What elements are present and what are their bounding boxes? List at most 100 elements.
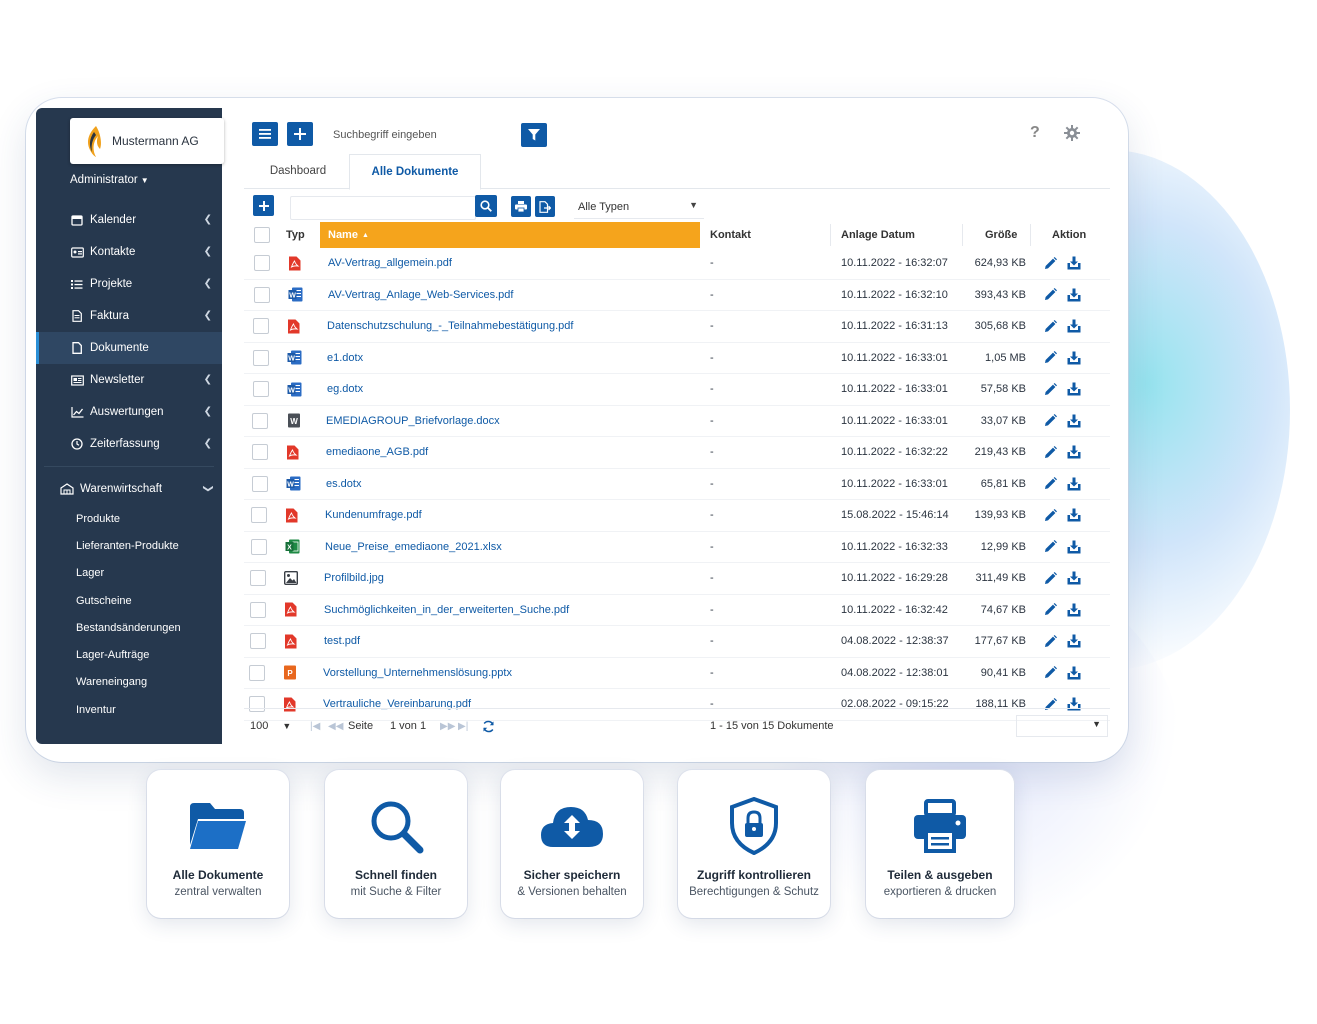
page-size-select[interactable]: 100 ▼ (250, 709, 291, 743)
edit-button[interactable] (1044, 469, 1057, 500)
tab-dashboard[interactable]: Dashboard (250, 154, 346, 188)
file-name-link[interactable]: e1.dotx (327, 343, 363, 374)
file-name-link[interactable]: Vorstellung_Unternehmenslösung.pptx (323, 658, 512, 689)
sidebar-subitem-lager[interactable]: Lager (36, 560, 222, 587)
row-checkbox[interactable] (254, 280, 270, 311)
checkbox[interactable] (249, 664, 265, 681)
file-name-link[interactable]: Neue_Preise_emediaone_2021.xlsx (325, 532, 502, 563)
download-button[interactable] (1067, 280, 1081, 311)
document-filter-input[interactable] (290, 196, 476, 220)
table-row[interactable]: W EMEDIAGROUP_Briefvorlage.docx - 10.11.202… (244, 406, 1110, 437)
sidebar-item-projekte[interactable]: Projekte ❮ (36, 268, 222, 300)
file-name-link[interactable]: AV-Vertrag_allgemein.pdf (328, 248, 452, 279)
edit-button[interactable] (1044, 437, 1057, 468)
sidebar-item-kontakte[interactable]: Kontakte ❮ (36, 236, 222, 268)
edit-button[interactable] (1044, 406, 1057, 437)
last-page-icon[interactable]: ▶| (458, 709, 468, 743)
download-button[interactable] (1067, 563, 1081, 594)
pager-select[interactable]: ▼ (1016, 715, 1108, 737)
sidebar-item-faktura[interactable]: Faktura ❮ (36, 300, 222, 332)
row-checkbox[interactable] (253, 311, 269, 342)
row-checkbox[interactable] (254, 248, 270, 279)
brand-logo[interactable]: Mustermann AG (70, 118, 224, 164)
column-contact[interactable]: Kontakt (710, 222, 751, 248)
checkbox[interactable] (250, 633, 266, 650)
row-checkbox[interactable] (252, 469, 268, 500)
sidebar-item-zeiterfassung[interactable]: Zeiterfassung ❮ (36, 428, 222, 460)
download-button[interactable] (1067, 532, 1081, 563)
next-page-icon[interactable]: ▶▶ (440, 709, 455, 743)
table-row[interactable]: Wes.dotx - 10.11.2022 - 16:33:01 65,81 KB (244, 469, 1110, 500)
checkbox[interactable] (254, 255, 270, 272)
checkbox[interactable] (253, 318, 269, 335)
download-button[interactable] (1067, 595, 1081, 626)
help-icon[interactable]: ? (1030, 124, 1040, 142)
column-size[interactable]: Größe (985, 222, 1017, 248)
table-row[interactable]: emediaone_AGB.pdf - 10.11.2022 - 16:32:22 2… (244, 437, 1110, 469)
sidebar-item-newsletter[interactable]: Newsletter ❮ (36, 364, 222, 396)
checkbox[interactable] (253, 349, 269, 366)
menu-button[interactable] (252, 122, 278, 146)
sidebar-item-dokumente[interactable]: Dokumente (36, 332, 222, 364)
table-row[interactable]: Weg.dotx - 10.11.2022 - 16:33:01 57,58 KB (244, 374, 1110, 406)
gear-icon[interactable] (1064, 125, 1080, 141)
checkbox[interactable] (252, 412, 268, 429)
sidebar-item-auswertungen[interactable]: Auswertungen ❮ (36, 396, 222, 428)
edit-button[interactable] (1044, 374, 1057, 405)
select-all-checkbox[interactable] (254, 222, 270, 248)
document-type-select[interactable]: Alle Typen ▼ (574, 196, 704, 219)
edit-button[interactable] (1044, 532, 1057, 563)
edit-button[interactable] (1044, 248, 1057, 279)
table-row[interactable]: P Vorstellung_Unternehmenslösung.pptx - 04.… (244, 658, 1110, 689)
row-checkbox[interactable] (251, 500, 267, 531)
table-row[interactable]: test.pdf - 04.08.2022 - 12:38:37 177,67 KB (244, 626, 1110, 658)
search-button[interactable] (475, 195, 497, 217)
row-checkbox[interactable] (253, 374, 269, 405)
sidebar-subitem-produkte[interactable]: Produkte (36, 505, 222, 532)
edit-button[interactable] (1044, 280, 1057, 311)
row-checkbox[interactable] (250, 563, 266, 594)
sidebar-subitem-lieferanten-produkte[interactable]: Lieferanten-Produkte (36, 532, 222, 559)
download-button[interactable] (1067, 248, 1081, 279)
table-row[interactable]: Profilbild.jpg - 10.11.2022 - 16:29:28 311,… (244, 563, 1110, 595)
sidebar-subitem-wareneingang[interactable]: Wareneingang (36, 669, 222, 696)
global-search-input[interactable] (331, 128, 505, 142)
table-row[interactable]: X Neue_Preise_emediaone_2021.xlsx - 10.11.2… (244, 532, 1110, 563)
file-name-link[interactable]: Datenschutzschulung_-_Teilnahmebestätigu… (327, 311, 573, 342)
checkbox[interactable] (254, 286, 270, 303)
sidebar-subitem-inventur[interactable]: Inventur (36, 696, 222, 723)
file-name-link[interactable]: emediaone_AGB.pdf (326, 437, 428, 468)
download-button[interactable] (1067, 374, 1081, 405)
user-menu[interactable]: Administrator ▼ (70, 174, 149, 186)
column-date[interactable]: Anlage Datum (841, 222, 915, 248)
checkbox[interactable] (251, 538, 267, 555)
export-button[interactable] (535, 196, 555, 217)
sidebar-group-warenwirtschaft[interactable]: Warenwirtschaft ❮ (36, 473, 222, 505)
edit-button[interactable] (1044, 626, 1057, 657)
file-name-link[interactable]: test.pdf (324, 626, 360, 657)
checkbox[interactable] (253, 381, 269, 398)
edit-button[interactable] (1044, 343, 1057, 374)
sidebar-item-kalender[interactable]: Kalender ❮ (36, 204, 222, 236)
sidebar-subitem-bestandsaenderungen[interactable]: Bestandsänderungen (36, 614, 222, 641)
page-value[interactable]: 1 von 1 (390, 709, 426, 743)
sidebar-subitem-gutscheine[interactable]: Gutscheine (36, 587, 222, 614)
table-row[interactable]: Kundenumfrage.pdf - 15.08.2022 - 15:46:14 1… (244, 500, 1110, 532)
sidebar-subitem-lager-auftraege[interactable]: Lager-Aufträge (36, 641, 222, 668)
table-row[interactable]: Suchmöglichkeiten_in_der_erweiterten_Suc… (244, 595, 1110, 626)
table-row[interactable]: W AV-Vertrag_Anlage_Web-Services.pdf - 10.1… (244, 280, 1110, 311)
refresh-button[interactable] (482, 709, 495, 743)
table-row[interactable]: We1.dotx - 10.11.2022 - 16:33:01 1,05 MB (244, 343, 1110, 374)
filter-button[interactable] (521, 123, 547, 147)
download-button[interactable] (1067, 658, 1081, 689)
file-name-link[interactable]: Kundenumfrage.pdf (325, 500, 422, 531)
download-button[interactable] (1067, 500, 1081, 531)
download-button[interactable] (1067, 437, 1081, 468)
checkbox[interactable] (251, 507, 267, 524)
row-checkbox[interactable] (250, 595, 266, 626)
row-checkbox[interactable] (249, 658, 265, 689)
checkbox[interactable] (250, 601, 266, 618)
previous-page-icon[interactable]: ◀◀ (328, 709, 343, 743)
row-checkbox[interactable] (252, 406, 268, 437)
edit-button[interactable] (1044, 311, 1057, 342)
